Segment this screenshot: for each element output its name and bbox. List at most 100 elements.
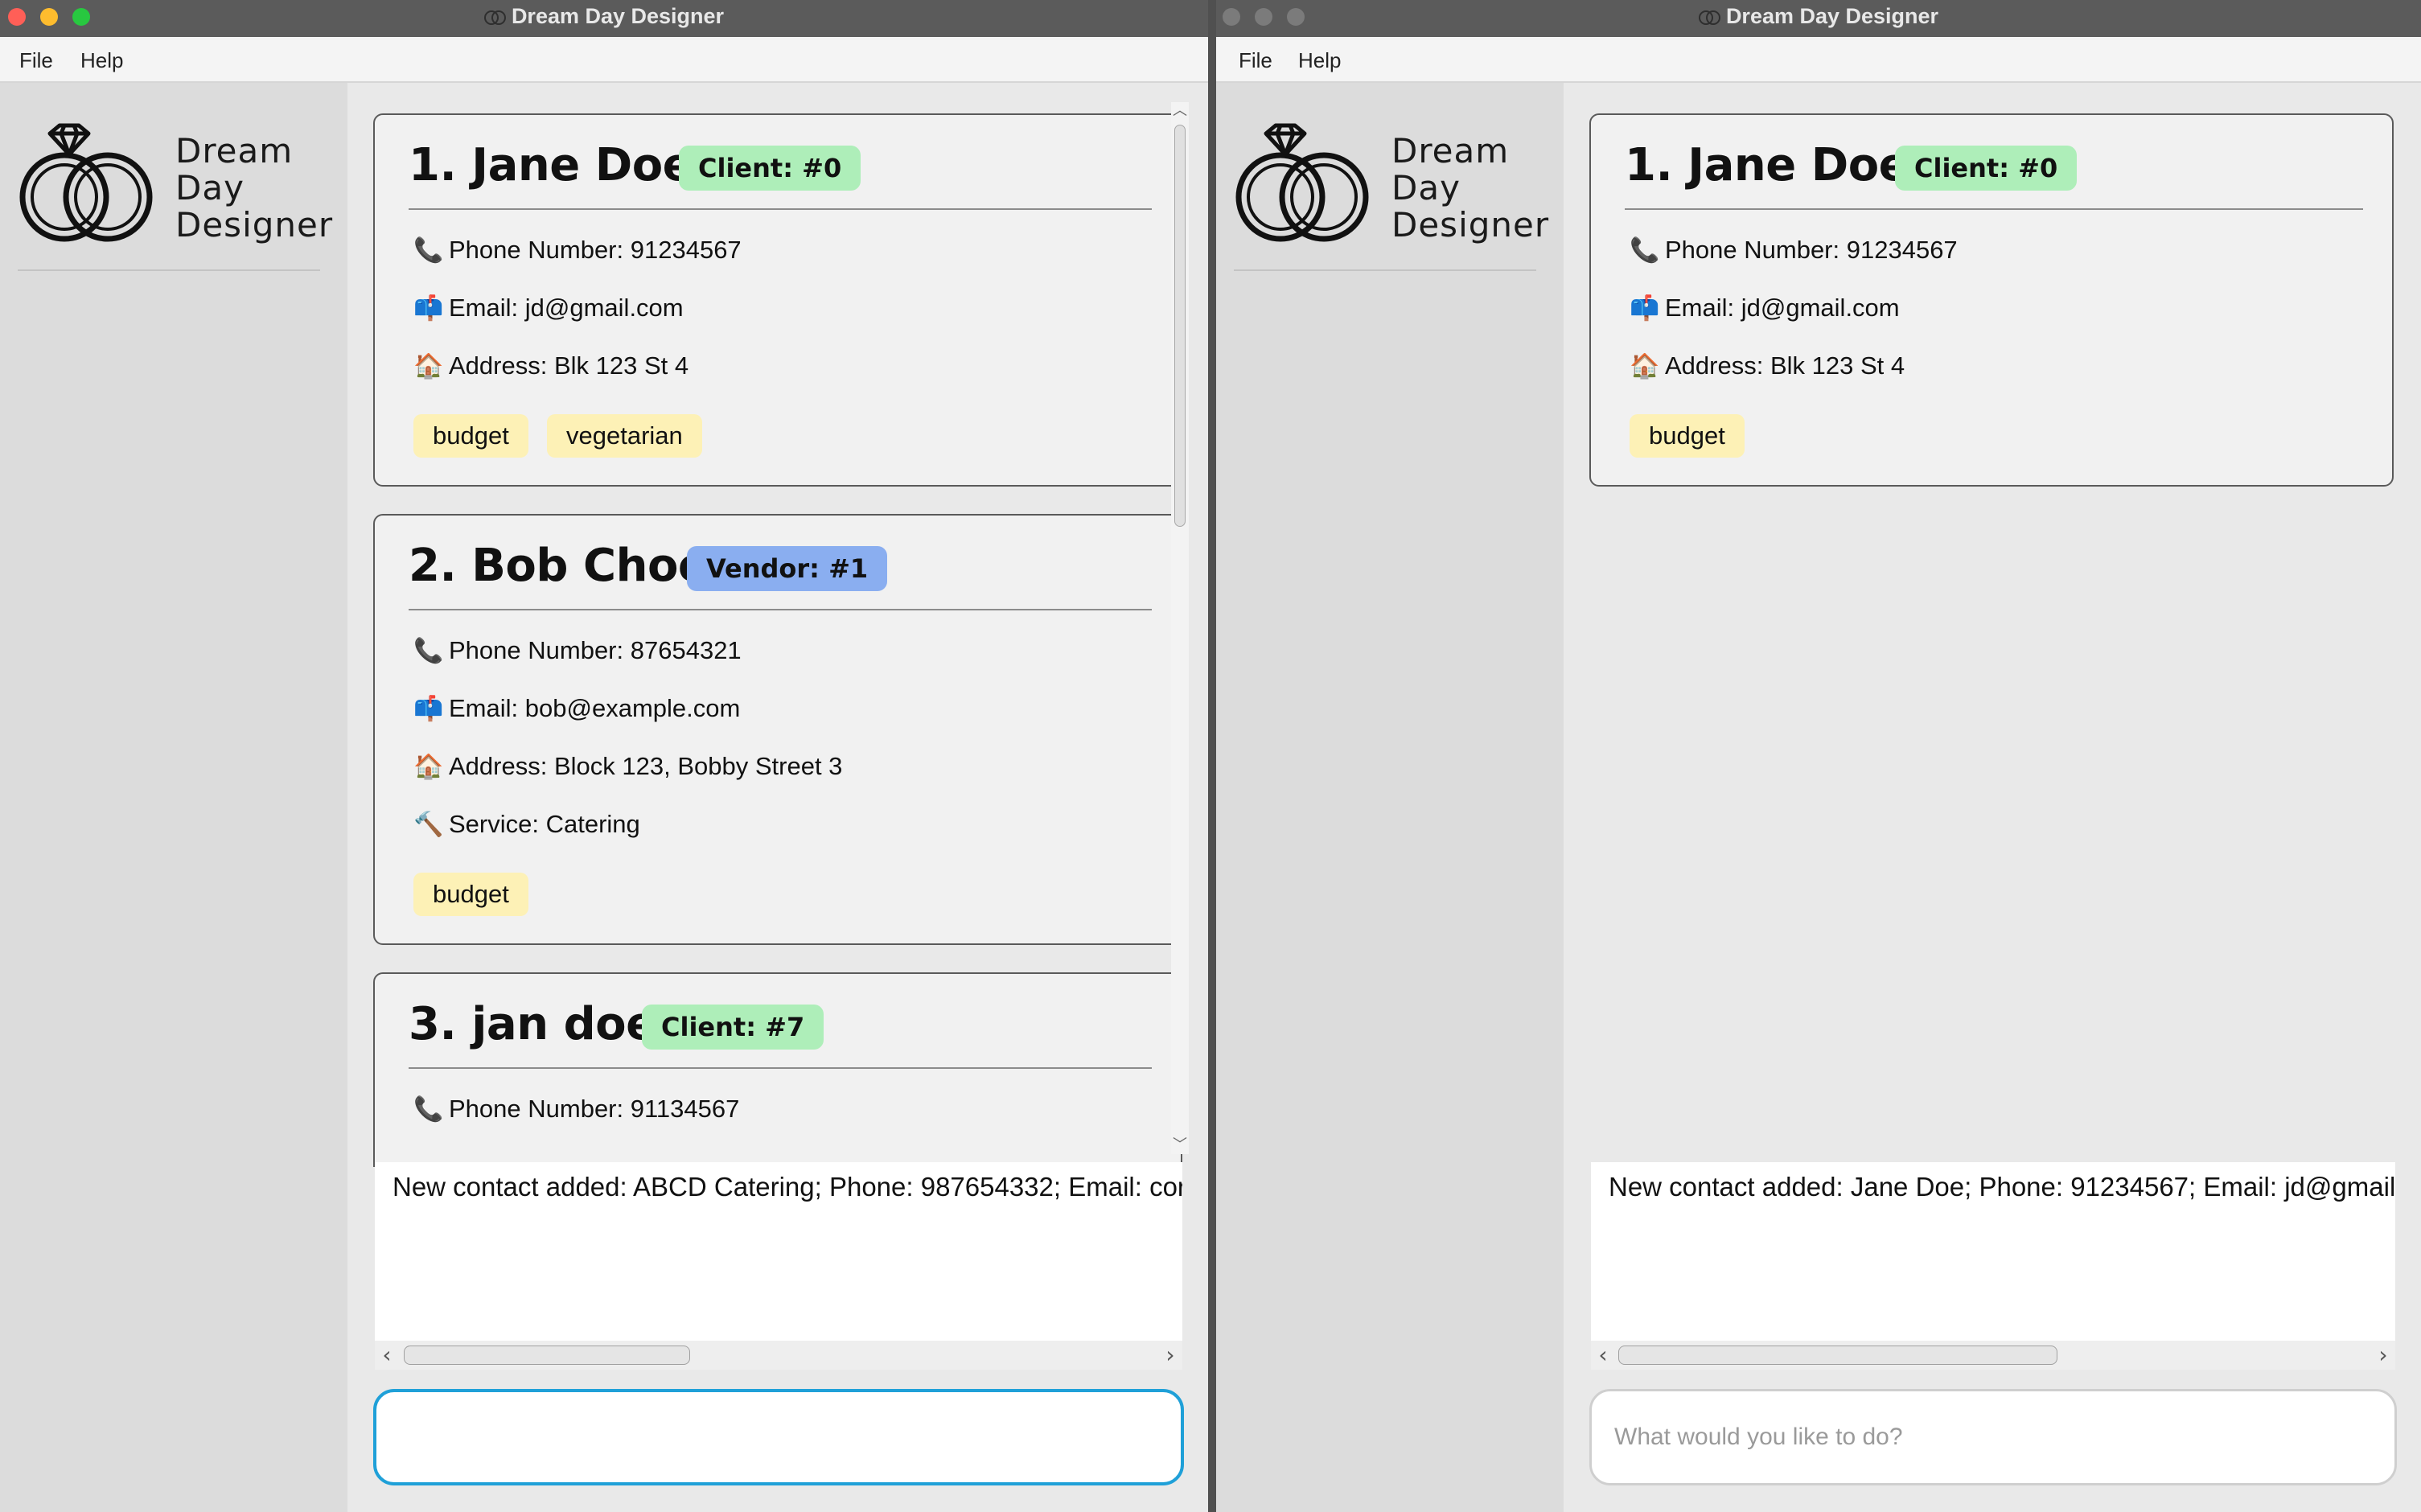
- menu-help[interactable]: Help: [80, 37, 123, 84]
- phone-field: 📞 Phone Number: 91234567: [1630, 228, 1958, 273]
- window-title-text: Dream Day Designer: [1725, 4, 1939, 28]
- contact-type-badge: Client: #7: [642, 1005, 824, 1050]
- tag-chip: budget: [413, 873, 528, 916]
- phone-icon: 📞: [413, 637, 444, 665]
- address-value: Block 123, Bobby Street 3: [553, 752, 843, 780]
- logo-wordmark: Dream Day Designer: [1391, 133, 1549, 244]
- mailbox-icon: 📫: [413, 294, 444, 323]
- contact-card[interactable]: 2. Bob Choo Vendor: #1 📞 Phone Number: 87…: [373, 514, 1182, 945]
- address-field: 🏠 Address: Blk 123 St 4: [1630, 343, 1905, 388]
- logo-line: Designer: [175, 205, 334, 244]
- address-field: 🏠 Address: Block 123, Bobby Street 3: [413, 744, 842, 789]
- house-icon: 🏠: [413, 753, 444, 781]
- main-panel: 1. Jane Doe Client: #0 📞 Phone Number: 91…: [1564, 83, 2421, 1512]
- address-label: Address:: [449, 351, 548, 380]
- email-field: 📫 Email: jd@gmail.com: [1630, 286, 1900, 331]
- app-rings-icon: [483, 9, 506, 25]
- phone-field: 📞 Phone Number: 87654321: [413, 628, 742, 673]
- phone-value: 91234567: [630, 236, 742, 264]
- email-field: 📫 Email: jd@gmail.com: [413, 286, 684, 331]
- email-label: Email:: [449, 294, 519, 322]
- card-divider: [1625, 208, 2363, 210]
- wedding-rings-logo-icon: [19, 123, 153, 242]
- result-message: New contact added: Jane Doe; Phone: 9123…: [1609, 1172, 2395, 1202]
- result-horizontal-scrollbar[interactable]: ‹ ›: [1591, 1341, 2395, 1370]
- title-bar: Dream Day Designer: [0, 0, 1208, 37]
- contact-list-scrollbar[interactable]: ︿ ﹀: [1171, 102, 1189, 1154]
- phone-value: 91234567: [1846, 236, 1958, 264]
- scroll-left-arrow-icon[interactable]: ‹: [1591, 1341, 1615, 1370]
- result-display: New contact added: Jane Doe; Phone: 9123…: [1591, 1162, 2395, 1341]
- wedding-rings-logo-icon: [1235, 123, 1369, 242]
- phone-label: Phone Number:: [449, 236, 624, 264]
- email-value: jd@gmail.com: [1741, 294, 1900, 322]
- logo-line: Designer: [1391, 205, 1550, 244]
- tag-chip: budget: [413, 414, 528, 458]
- logo-wordmark: Dream Day Designer: [175, 133, 333, 244]
- scroll-up-arrow-icon[interactable]: ︿: [1171, 102, 1189, 120]
- phone-value: 91134567: [630, 1095, 740, 1123]
- phone-label: Phone Number:: [1665, 236, 1840, 264]
- command-input[interactable]: [373, 1389, 1184, 1485]
- phone-label: Phone Number:: [449, 636, 624, 664]
- app-rings-icon: [1698, 9, 1720, 25]
- menu-file[interactable]: File: [19, 37, 53, 84]
- tag-chip: budget: [1630, 414, 1745, 458]
- phone-icon: 📞: [413, 236, 444, 265]
- scrollbar-thumb[interactable]: [1174, 125, 1186, 527]
- house-icon: 🏠: [413, 352, 444, 380]
- sidebar: Dream Day Designer: [0, 83, 347, 1512]
- menu-help[interactable]: Help: [1298, 37, 1341, 84]
- contact-type-badge: Client: #0: [679, 146, 861, 191]
- main-panel: 1. Jane Doe Client: #0 📞 Phone Number: 91…: [347, 83, 1208, 1512]
- scrollbar-thumb[interactable]: [1618, 1346, 2057, 1365]
- contact-name: 3. jan doe: [409, 998, 656, 1050]
- sidebar-divider: [1234, 269, 1536, 271]
- email-value: bob@example.com: [524, 694, 741, 722]
- contact-type-badge: Client: #0: [1895, 146, 2078, 191]
- logo-line: Dream: [1391, 131, 1510, 171]
- phone-field: 📞 Phone Number: 91134567: [413, 1087, 739, 1132]
- contact-name: 1. Jane Doe: [409, 139, 693, 191]
- phone-label: Phone Number:: [449, 1095, 624, 1123]
- address-field: 🏠 Address: Blk 123 St 4: [413, 343, 688, 388]
- card-divider: [409, 1067, 1152, 1069]
- scroll-right-arrow-icon[interactable]: ›: [2371, 1341, 2395, 1370]
- contact-type-badge: Vendor: #1: [687, 546, 888, 591]
- result-horizontal-scrollbar[interactable]: ‹ ›: [375, 1341, 1182, 1370]
- scrollbar-thumb[interactable]: [404, 1346, 690, 1365]
- app-window-right: Dream Day Designer File Help Dream Day D…: [1216, 0, 2421, 1512]
- scroll-down-arrow-icon[interactable]: ﹀: [1171, 1136, 1189, 1154]
- scroll-left-arrow-icon[interactable]: ‹: [375, 1341, 399, 1370]
- result-message: New contact added: ABCD Catering; Phone:…: [393, 1172, 1182, 1202]
- contact-card[interactable]: 3. jan doe Client: #7 📞 Phone Number: 911…: [373, 972, 1182, 1167]
- mailbox-icon: 📫: [413, 695, 444, 723]
- scroll-right-arrow-icon[interactable]: ›: [1158, 1341, 1182, 1370]
- hammer-icon: 🔨: [413, 811, 444, 839]
- title-bar: Dream Day Designer: [1216, 0, 2421, 37]
- sidebar: Dream Day Designer: [1216, 83, 1564, 1512]
- mailbox-icon: 📫: [1630, 294, 1660, 323]
- menu-bar: File Help: [1216, 37, 2421, 83]
- address-label: Address:: [449, 752, 548, 780]
- logo-line: Dream: [175, 131, 294, 171]
- contact-card[interactable]: 1. Jane Doe Client: #0 📞 Phone Number: 91…: [373, 113, 1182, 487]
- contact-list[interactable]: 1. Jane Doe Client: #0 📞 Phone Number: 91…: [1589, 112, 2397, 1167]
- phone-field: 📞 Phone Number: 91234567: [413, 228, 742, 273]
- command-input[interactable]: [1589, 1389, 2397, 1485]
- service-label: Service:: [449, 810, 539, 838]
- card-divider: [409, 609, 1152, 610]
- result-display: New contact added: ABCD Catering; Phone:…: [375, 1162, 1182, 1341]
- menu-file[interactable]: File: [1239, 37, 1272, 84]
- menu-bar: File Help: [0, 37, 1208, 83]
- app-window-left: Dream Day Designer File Help Dream Day D…: [0, 0, 1208, 1512]
- contact-card[interactable]: 1. Jane Doe Client: #0 📞 Phone Number: 91…: [1589, 113, 2394, 487]
- service-field: 🔨 Service: Catering: [413, 802, 640, 847]
- window-title: Dream Day Designer: [0, 0, 1208, 37]
- phone-icon: 📞: [413, 1095, 444, 1124]
- address-label: Address:: [1665, 351, 1764, 380]
- sidebar-divider: [18, 269, 320, 271]
- phone-value: 87654321: [630, 636, 742, 664]
- phone-icon: 📞: [1630, 236, 1660, 265]
- contact-list[interactable]: 1. Jane Doe Client: #0 📞 Phone Number: 91…: [373, 112, 1186, 1167]
